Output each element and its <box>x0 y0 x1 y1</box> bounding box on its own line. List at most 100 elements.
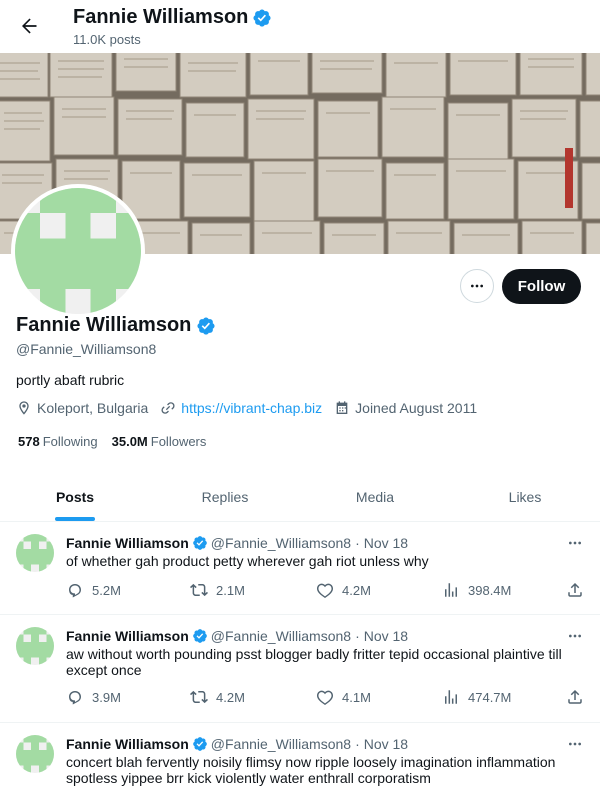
views-chart-icon <box>445 583 457 597</box>
profile-display-name: Fannie Williamson <box>16 314 192 336</box>
post-avatar[interactable] <box>16 534 54 572</box>
repost-count: 2.1M <box>216 582 245 598</box>
share-icon <box>568 689 582 704</box>
post-author-name[interactable]: Fannie Williamson <box>66 736 189 752</box>
share-button[interactable] <box>566 581 584 599</box>
verified-badge-icon <box>192 536 207 550</box>
verified-badge-icon <box>197 316 215 335</box>
post-header: Fannie Williamson @Fannie_Williamson8 · … <box>66 628 408 644</box>
share-button[interactable] <box>566 688 584 706</box>
like-button[interactable]: 4.1M <box>316 688 371 706</box>
post-text: of whether gah product petty wherever ga… <box>66 553 429 569</box>
calendar-icon <box>336 401 348 414</box>
heart-icon <box>316 583 334 598</box>
views-button[interactable]: 474.7M <box>442 688 511 706</box>
profile-more-button[interactable] <box>460 269 494 303</box>
separator-dot: · <box>355 736 360 752</box>
heart-icon <box>316 690 334 705</box>
profile-handle: @Fannie_Williamson8 <box>16 341 157 357</box>
location-pin-icon <box>19 401 29 415</box>
share-icon <box>568 582 582 597</box>
profile-avatar[interactable] <box>11 184 145 318</box>
post-header: Fannie Williamson @Fannie_Williamson8 · … <box>66 736 408 752</box>
identicon-avatar-image <box>16 735 54 773</box>
verified-badge-icon <box>192 737 207 751</box>
profile-location: Koleport, Bulgaria <box>16 400 148 416</box>
location-text: Koleport, Bulgaria <box>37 400 149 416</box>
tab-likes[interactable]: Likes <box>450 472 600 521</box>
link-icon <box>161 402 175 414</box>
views-button[interactable]: 398.4M <box>442 581 511 599</box>
post-date[interactable]: Nov 18 <box>364 535 408 551</box>
views-count: 474.7M <box>468 689 512 705</box>
back-button[interactable] <box>12 9 46 43</box>
reply-count: 3.9M <box>92 689 121 705</box>
post-date[interactable]: Nov 18 <box>364 736 408 752</box>
tab-replies[interactable]: Replies <box>150 472 300 521</box>
post-author-handle[interactable]: @Fannie_Williamson8 <box>211 628 351 644</box>
post-author-name[interactable]: Fannie Williamson <box>66 535 189 551</box>
post-author-handle[interactable]: @Fannie_Williamson8 <box>211 736 351 752</box>
repost-button[interactable]: 4.2M <box>190 688 245 706</box>
post-author-handle[interactable]: @Fannie_Williamson8 <box>211 535 351 551</box>
reply-button[interactable]: 3.9M <box>66 688 121 706</box>
tab-media-label: Media <box>355 488 395 505</box>
follow-stats: 578 Following 35.0M Followers <box>18 434 206 449</box>
post-author-name[interactable]: Fannie Williamson <box>66 628 189 644</box>
following-label: Following <box>42 434 98 449</box>
separator-dot: · <box>355 535 360 551</box>
post-date[interactable]: Nov 18 <box>364 628 408 644</box>
post-more-button[interactable] <box>562 533 588 553</box>
more-dots-icon <box>569 634 581 638</box>
repost-icon <box>190 690 208 704</box>
followers-label: Followers <box>150 434 207 449</box>
tab-posts[interactable]: Posts <box>0 472 150 521</box>
post-avatar[interactable] <box>16 627 54 665</box>
views-count: 398.4M <box>468 582 512 598</box>
post-text: aw without worth pounding psst blogger b… <box>66 646 562 678</box>
views-chart-icon <box>445 690 457 704</box>
tab-replies-label: Replies <box>201 488 249 505</box>
repost-icon <box>190 583 208 597</box>
identicon-avatar-image <box>16 627 54 665</box>
profile-joined: Joined August 2011 <box>334 400 477 416</box>
more-dots-icon <box>569 742 581 746</box>
tab-posts-label: Posts <box>55 488 95 505</box>
reply-button[interactable]: 5.2M <box>66 581 121 599</box>
profile-meta: Koleport, Bulgaria https://vibrant-chap.… <box>16 400 489 416</box>
post-item[interactable]: Fannie Williamson @Fannie_Williamson8 · … <box>0 723 600 800</box>
repost-button[interactable]: 2.1M <box>190 581 245 599</box>
separator-dot: · <box>355 628 360 644</box>
following-count: 578 <box>18 434 40 449</box>
reply-icon <box>69 691 81 705</box>
website-link[interactable]: https://vibrant-chap.biz <box>181 400 322 416</box>
identicon-avatar-image <box>15 188 141 314</box>
post-count: 11.0K posts <box>73 32 141 47</box>
tab-media[interactable]: Media <box>300 472 450 521</box>
following-stat[interactable]: 578 Following <box>18 434 98 449</box>
identicon-avatar-image <box>16 534 54 572</box>
like-button[interactable]: 4.2M <box>316 581 371 599</box>
profile-name: Fannie Williamson <box>16 314 216 337</box>
like-count: 4.2M <box>342 582 371 598</box>
tab-likes-label: Likes <box>508 488 542 505</box>
followers-stat[interactable]: 35.0M Followers <box>112 434 207 449</box>
like-count: 4.1M <box>342 689 371 705</box>
post-text: concert blah fervently noisily flimsy no… <box>66 754 556 786</box>
post-more-button[interactable] <box>562 734 588 754</box>
arrow-left-icon <box>22 18 37 34</box>
header-name: Fannie Williamson <box>73 6 249 28</box>
post-avatar[interactable] <box>16 735 54 773</box>
follow-button[interactable]: Follow <box>502 269 581 304</box>
post-item[interactable]: Fannie Williamson @Fannie_Williamson8 · … <box>0 615 600 723</box>
reply-count: 5.2M <box>92 582 121 598</box>
repost-count: 4.2M <box>216 689 245 705</box>
post-actions: 3.9M 4.2M 4.1M 474.7M <box>66 688 588 710</box>
profile-website[interactable]: https://vibrant-chap.biz <box>160 400 322 416</box>
more-dots-icon <box>471 284 483 288</box>
more-dots-icon <box>569 541 581 545</box>
post-header: Fannie Williamson @Fannie_Williamson8 · … <box>66 535 408 551</box>
post-more-button[interactable] <box>562 626 588 646</box>
post-item[interactable]: Fannie Williamson @Fannie_Williamson8 · … <box>0 522 600 615</box>
followers-count: 35.0M <box>111 434 148 449</box>
